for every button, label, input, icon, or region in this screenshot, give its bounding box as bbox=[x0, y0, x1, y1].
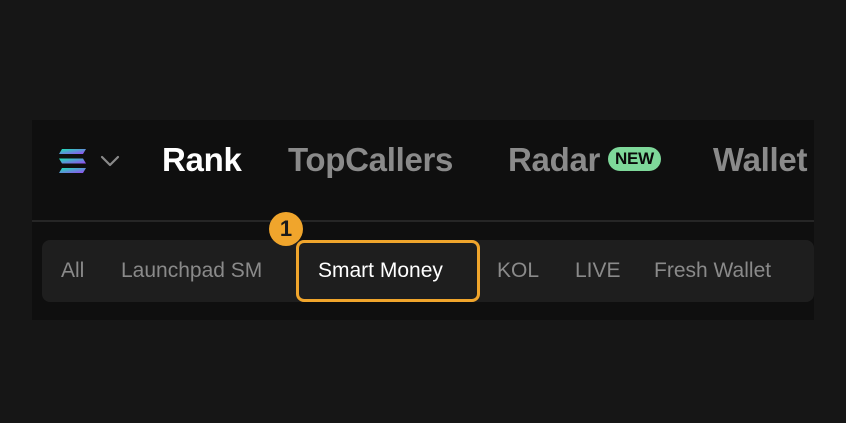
tab-topcallers[interactable]: TopCallers bbox=[288, 136, 453, 184]
chain-selector[interactable] bbox=[58, 146, 120, 176]
filter-fresh-wallet[interactable]: Fresh Wallet bbox=[654, 240, 771, 302]
app-panel: Rank TopCallers Radar NEW Wallet All Laun… bbox=[32, 120, 814, 320]
tab-radar-label: Radar bbox=[508, 141, 601, 178]
filter-kol[interactable]: KOL bbox=[497, 240, 539, 302]
chevron-down-icon bbox=[100, 155, 120, 167]
tab-wallet[interactable]: Wallet bbox=[713, 136, 807, 184]
filter-smart-money[interactable]: Smart Money bbox=[318, 240, 443, 302]
solana-logo-icon bbox=[58, 148, 88, 174]
new-badge: NEW bbox=[608, 147, 661, 172]
filter-bar: All Launchpad SM Smart Money KOL LIVE Fr… bbox=[42, 240, 814, 302]
filter-launchpad-sm[interactable]: Launchpad SM bbox=[121, 240, 262, 302]
tab-rank[interactable]: Rank bbox=[162, 136, 242, 184]
top-navigation: Rank TopCallers Radar NEW Wallet bbox=[32, 120, 814, 220]
tab-radar[interactable]: Radar NEW bbox=[508, 136, 661, 184]
filter-all[interactable]: All bbox=[61, 240, 84, 302]
nav-divider bbox=[32, 220, 814, 222]
step-number-badge: 1 bbox=[269, 212, 303, 246]
filter-live[interactable]: LIVE bbox=[575, 240, 621, 302]
